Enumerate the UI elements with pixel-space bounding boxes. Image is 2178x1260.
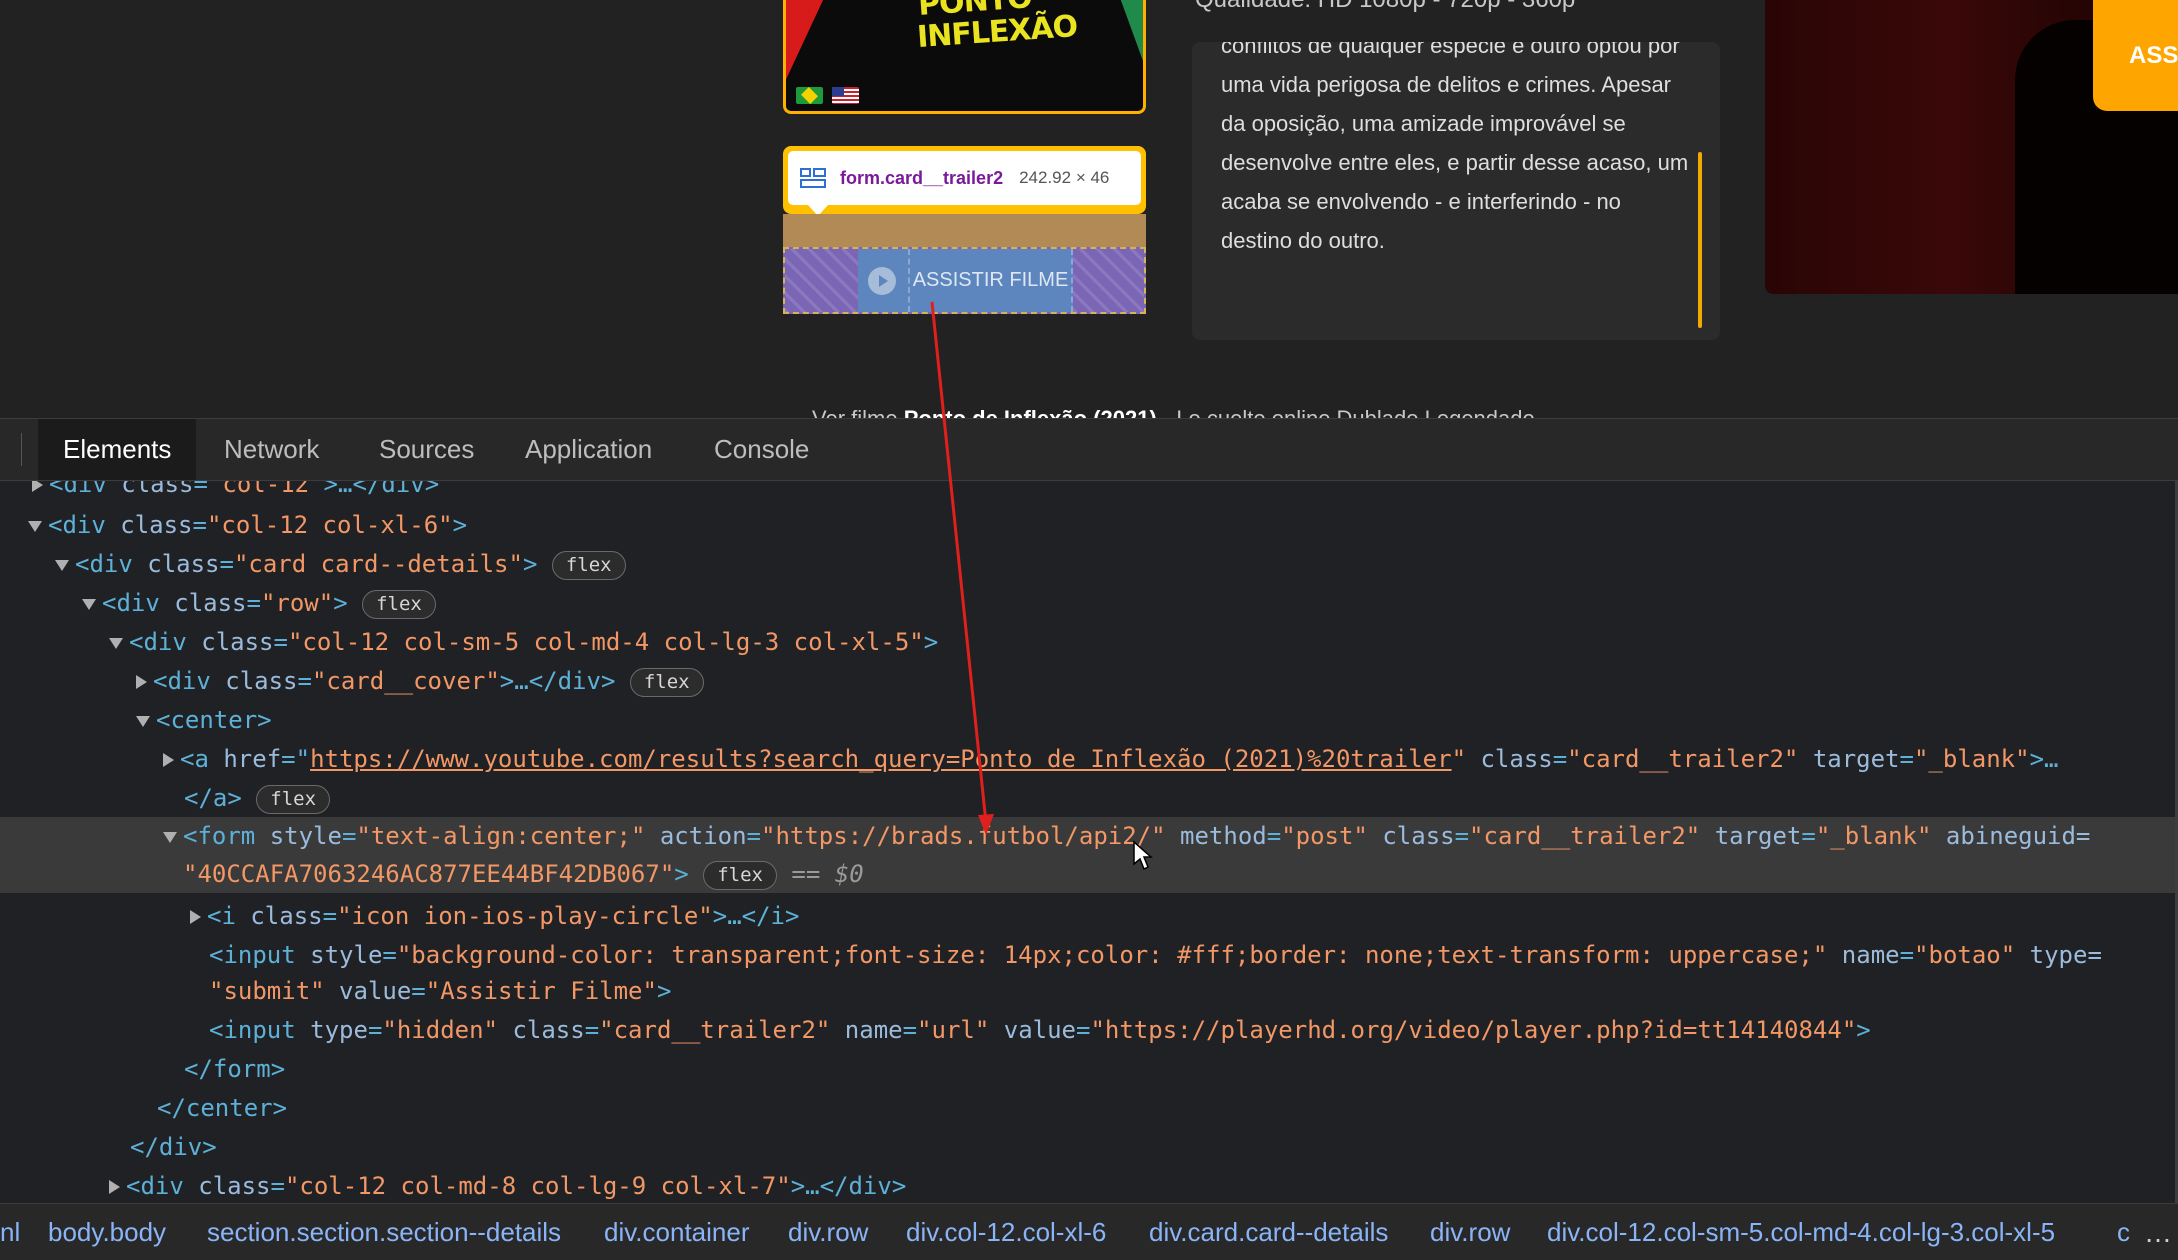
expand-arrow-icon[interactable] xyxy=(136,675,147,689)
trailer-form-highlight[interactable]: Assistir Filme xyxy=(783,247,1146,314)
usa-flag-icon xyxy=(832,87,859,104)
tab-elements[interactable]: Elements xyxy=(38,419,197,480)
synopsis-scrollbar[interactable] xyxy=(1698,152,1702,328)
dom-node-close[interactable]: </form> xyxy=(0,1050,2178,1089)
watch-now-button[interactable]: ASS xyxy=(2093,0,2178,111)
dom-node-close[interactable]: </div> xyxy=(0,1128,2178,1167)
expand-arrow-icon[interactable] xyxy=(163,753,174,767)
dom-node[interactable]: <center> xyxy=(0,701,2178,740)
tab-network[interactable]: Network xyxy=(224,419,319,480)
watch-movie-button[interactable]: Assistir Filme xyxy=(910,249,1071,312)
dom-tree[interactable]: <div class="col-12">…</div> <div class="… xyxy=(0,481,2178,1203)
dom-node[interactable]: <div class="col-12 col-md-8 col-lg-9 col… xyxy=(0,1167,2178,1203)
dom-node[interactable]: <div class="card__cover">…</div> flex xyxy=(0,662,2178,701)
flex-badge[interactable]: flex xyxy=(256,784,331,814)
collapse-arrow-icon[interactable] xyxy=(109,637,123,649)
breadcrumb-item[interactable]: div.col-12.col-sm-5.col-md-4.col-lg-3.co… xyxy=(1547,1204,2055,1260)
expand-arrow-icon[interactable] xyxy=(190,910,201,924)
play-circle-icon[interactable] xyxy=(868,267,896,295)
tooltip-selector: form.card__trailer2 xyxy=(840,167,1004,188)
breadcrumb-item[interactable]: nl xyxy=(0,1204,20,1260)
more-breadcrumbs-button[interactable]: … xyxy=(2138,1204,2178,1260)
flex-badge[interactable]: flex xyxy=(703,860,777,890)
quality-line: Qualidade: HD 1080p - 720p - 360p xyxy=(1195,0,1575,14)
tooltip-dimensions: 242.92 × 46 xyxy=(1019,168,1110,187)
breadcrumb-item[interactable]: div.card.card--details xyxy=(1149,1204,1388,1260)
dom-node[interactable]: <div class="col-12">…</div> xyxy=(0,481,2178,504)
collapse-arrow-icon[interactable] xyxy=(136,715,150,727)
tab-separator xyxy=(21,433,22,466)
expand-arrow-icon[interactable] xyxy=(32,481,43,492)
expand-arrow-icon[interactable] xyxy=(109,1180,120,1194)
form-margin-highlight xyxy=(783,214,1146,247)
synopsis-text: conflitos de qualquer espécie e outro op… xyxy=(1221,42,1689,253)
collapse-arrow-icon[interactable] xyxy=(82,598,96,610)
synopsis-card: conflitos de qualquer espécie e outro op… xyxy=(1192,42,1720,340)
collapse-arrow-icon[interactable] xyxy=(28,520,42,532)
breadcrumb-item[interactable]: div.row xyxy=(1430,1204,1510,1260)
element-inspect-tooltip: form.card__trailer2 242.92 × 46 xyxy=(783,146,1146,216)
dom-node-close[interactable]: </center> xyxy=(0,1089,2178,1128)
dom-node-continued[interactable]: "submit" value="Assistir Filme"> xyxy=(0,972,2178,1011)
breadcrumb: nl body.body section.section.section--de… xyxy=(0,1203,2178,1260)
breadcrumb-item[interactable]: c xyxy=(2117,1204,2130,1260)
footer-suffix: - Lo cuelto online Dublado Legendado xyxy=(1157,406,1535,418)
devtools-tab-bar: Elements Network Sources Application Con… xyxy=(0,419,2178,481)
collapse-arrow-icon[interactable] xyxy=(163,831,177,843)
flex-badge[interactable]: flex xyxy=(629,667,704,697)
dom-node[interactable]: </a> flex xyxy=(0,779,2178,818)
tab-application[interactable]: Application xyxy=(525,419,652,480)
tab-console[interactable]: Console xyxy=(714,419,809,480)
breadcrumb-item[interactable]: div.col-12.col-xl-6 xyxy=(906,1204,1106,1260)
trailer-link[interactable]: https://www.youtube.com/results?search_q… xyxy=(310,745,1452,773)
dom-node[interactable]: <div class="row"> flex xyxy=(0,584,2178,623)
footer-title: Ponto de Inflexão (2021) xyxy=(904,406,1157,418)
selected-marker: == $0 xyxy=(791,860,864,888)
dom-node-selected[interactable]: <form style="text-align:center;" action=… xyxy=(0,817,2178,893)
dom-node[interactable]: <div class="col-12 col-sm-5 col-md-4 col… xyxy=(0,623,2178,662)
breadcrumb-item[interactable]: body.body xyxy=(48,1204,166,1260)
flex-badge[interactable]: flex xyxy=(551,550,626,580)
breadcrumb-item[interactable]: div.row xyxy=(788,1204,868,1260)
dom-node[interactable]: <div class="col-12 col-xl-6"> xyxy=(0,506,2178,545)
footer-prefix: Ver filme xyxy=(812,406,904,418)
play-icon-container[interactable] xyxy=(858,249,908,312)
page-footer-text: Ver filme Ponto de Inflexão (2021) - Lo … xyxy=(812,406,1535,418)
submit-zone[interactable]: Assistir Filme xyxy=(908,249,1073,312)
dom-node[interactable]: <input type="hidden" class="card__traile… xyxy=(0,1011,2178,1050)
dom-node[interactable]: <i class="icon ion-ios-play-circle">…</i… xyxy=(0,897,2178,936)
dom-node[interactable]: <input style="background-color: transpar… xyxy=(0,936,2178,975)
webpage-viewport: PONTO INFLEXÃO Qualidade: HD 1080p - 720… xyxy=(0,0,2178,418)
flex-badge[interactable]: flex xyxy=(362,589,436,619)
movie-poster[interactable]: PONTO INFLEXÃO xyxy=(783,0,1146,114)
tab-sources[interactable]: Sources xyxy=(379,419,474,480)
breadcrumb-item[interactable]: div.container xyxy=(604,1204,750,1260)
flex-layout-icon xyxy=(800,168,826,188)
dom-node[interactable]: <div class="card card--details"> flex xyxy=(0,545,2178,584)
breadcrumb-item[interactable]: section.section.section--details xyxy=(207,1204,561,1260)
brazil-flag-icon xyxy=(796,87,823,104)
dom-node[interactable]: <a href="https://www.youtube.com/results… xyxy=(0,740,2178,779)
poster-title: PONTO INFLEXÃO xyxy=(916,0,1079,56)
collapse-arrow-icon[interactable] xyxy=(55,559,69,571)
devtools-panel: Elements Network Sources Application Con… xyxy=(0,418,2178,1260)
